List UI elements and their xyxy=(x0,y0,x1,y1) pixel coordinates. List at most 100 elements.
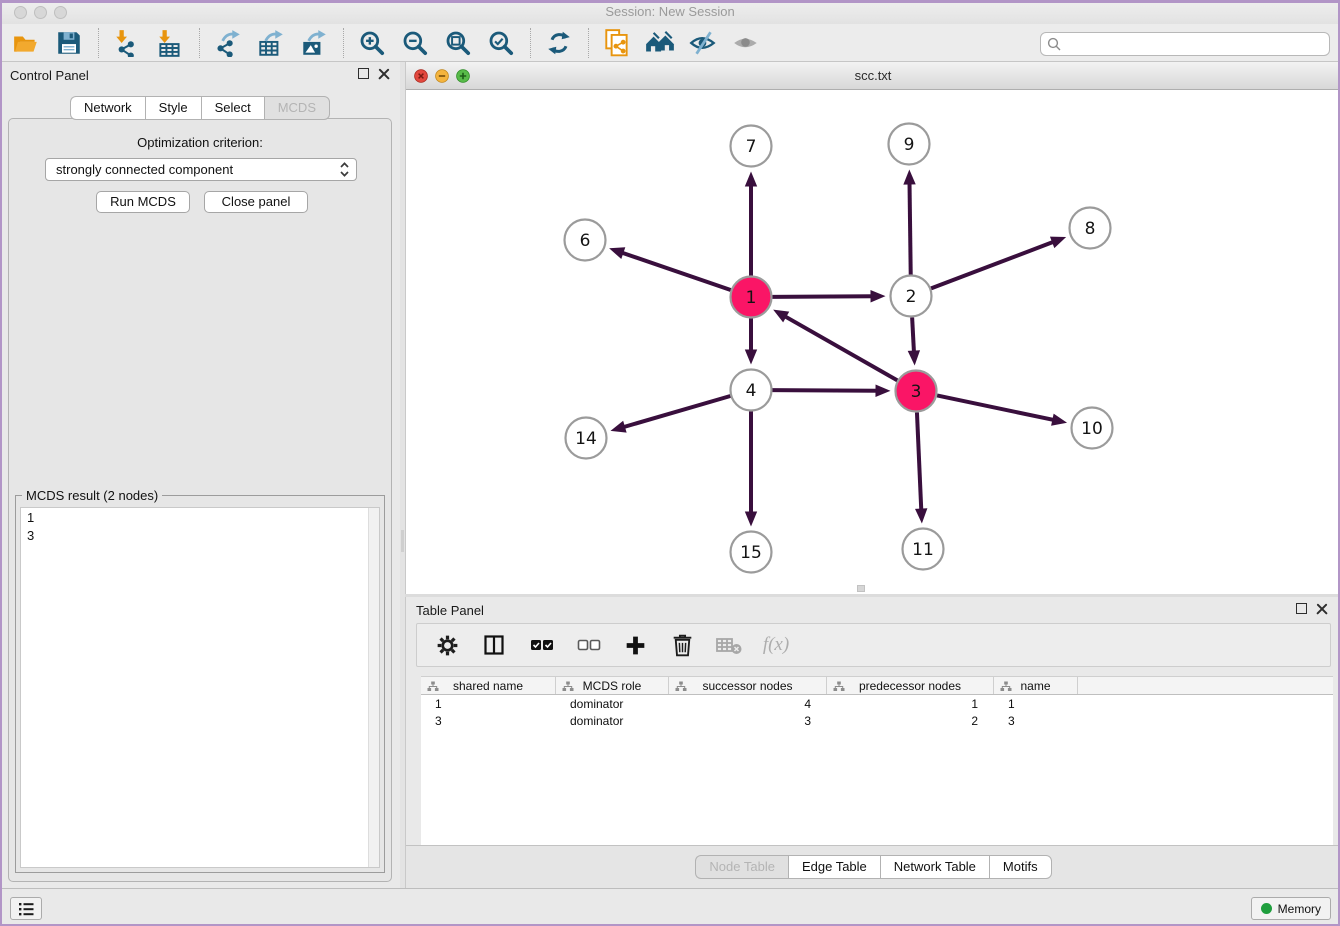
show-columns-icon[interactable] xyxy=(480,631,508,659)
table-row[interactable]: 3dominator323 xyxy=(421,712,1333,729)
close-panel-button[interactable]: Close panel xyxy=(204,191,308,213)
close-table-panel-icon[interactable] xyxy=(1316,603,1328,615)
tab-node-table[interactable]: Node Table xyxy=(695,855,788,879)
toolbar-separator xyxy=(98,28,99,58)
memory-label: Memory xyxy=(1278,902,1321,916)
edge-2-9[interactable] xyxy=(910,182,911,274)
table-settings-icon[interactable] xyxy=(433,631,461,659)
first-neighbors-icon[interactable] xyxy=(642,27,678,59)
task-history-button[interactable] xyxy=(10,897,42,920)
graph-node-11[interactable]: 11 xyxy=(903,529,944,570)
search-field[interactable] xyxy=(1040,32,1330,56)
column-hierarchy-icon xyxy=(562,681,574,695)
tab-style[interactable]: Style xyxy=(145,96,201,120)
export-table-icon[interactable] xyxy=(253,27,289,59)
column-header-successor-nodes[interactable]: successor nodes xyxy=(669,677,827,694)
graph-node-6[interactable]: 6 xyxy=(565,220,606,261)
function-builder-icon: f(x) xyxy=(762,631,790,659)
edge-4-3[interactable] xyxy=(772,390,877,391)
graph-node-2[interactable]: 2 xyxy=(891,276,932,317)
column-header-MCDS-role[interactable]: MCDS role xyxy=(556,677,669,694)
zoom-fit-icon[interactable] xyxy=(440,27,476,59)
select-all-rows-icon[interactable] xyxy=(527,631,555,659)
main-toolbar xyxy=(0,24,1340,62)
show-all-icon[interactable] xyxy=(728,27,764,59)
export-image-icon[interactable] xyxy=(296,27,332,59)
selected-option: strongly connected component xyxy=(56,162,233,177)
new-network-from-selection-icon[interactable] xyxy=(599,27,635,59)
edge-1-6[interactable] xyxy=(621,253,730,291)
edge-3-11[interactable] xyxy=(917,412,921,510)
zoom-out-icon[interactable] xyxy=(397,27,433,59)
table-cell: dominator xyxy=(556,697,669,711)
graph-node-3[interactable]: 3 xyxy=(896,371,937,412)
float-panel-icon[interactable] xyxy=(358,68,369,79)
graph-node-9[interactable]: 9 xyxy=(889,124,930,165)
tab-select[interactable]: Select xyxy=(201,96,264,120)
column-hierarchy-icon xyxy=(427,681,439,695)
tab-motifs[interactable]: Motifs xyxy=(989,855,1052,879)
edge-4-14[interactable] xyxy=(623,396,730,427)
tab-mcds[interactable]: MCDS xyxy=(264,96,330,120)
network-window: scc.txt 1234678910111415 xyxy=(405,62,1340,594)
edge-arrowhead xyxy=(915,508,927,523)
float-table-panel-icon[interactable] xyxy=(1296,603,1307,614)
network-canvas[interactable]: 1 2 3 4 6 7 8 9 10 11 14 15 xyxy=(406,90,1340,594)
edge-3-10[interactable] xyxy=(937,395,1054,420)
save-session-icon[interactable] xyxy=(51,27,87,59)
export-network-icon[interactable] xyxy=(210,27,246,59)
graph-node-1[interactable]: 1 xyxy=(731,277,772,318)
tab-network-table[interactable]: Network Table xyxy=(880,855,989,879)
edge-arrowhead xyxy=(745,350,757,365)
graph-node-4[interactable]: 4 xyxy=(731,370,772,411)
search-icon xyxy=(1047,37,1061,51)
column-header-shared-name[interactable]: shared name xyxy=(421,677,556,694)
node-table: shared name MCDS role successor nodesprede… xyxy=(421,676,1333,845)
deselect-all-rows-icon[interactable] xyxy=(574,631,602,659)
column-header-label: MCDS role xyxy=(583,679,642,693)
edge-2-8[interactable] xyxy=(931,242,1054,289)
mcds-tab-content: Optimization criterion: strongly connect… xyxy=(8,118,392,882)
tab-edge-table[interactable]: Edge Table xyxy=(788,855,880,879)
memory-button[interactable]: Memory xyxy=(1251,897,1331,920)
edge-1-2[interactable] xyxy=(772,296,872,297)
graph-node-15[interactable]: 15 xyxy=(731,532,772,573)
search-input[interactable] xyxy=(1065,37,1323,51)
delete-columns-icon[interactable] xyxy=(668,631,696,659)
result-scrollbar[interactable] xyxy=(368,508,379,867)
zoom-selected-icon[interactable] xyxy=(483,27,519,59)
canvas-resize-grip[interactable] xyxy=(857,585,865,592)
edge-3-1[interactable] xyxy=(784,316,897,380)
task-list-icon xyxy=(18,902,34,916)
tab-network[interactable]: Network xyxy=(70,96,145,120)
refresh-icon[interactable] xyxy=(541,27,577,59)
run-mcds-button[interactable]: Run MCDS xyxy=(96,191,190,213)
graph-node-10[interactable]: 10 xyxy=(1072,408,1113,449)
open-session-icon[interactable] xyxy=(8,27,44,59)
table-cell: 3 xyxy=(994,714,1078,728)
column-header-name[interactable]: name xyxy=(994,677,1078,694)
create-column-icon[interactable] xyxy=(621,631,649,659)
import-table-icon[interactable] xyxy=(152,27,188,59)
close-panel-icon[interactable] xyxy=(378,68,390,80)
hide-selected-icon[interactable] xyxy=(685,27,721,59)
import-network-icon[interactable] xyxy=(109,27,145,59)
graph-node-14[interactable]: 14 xyxy=(566,418,607,459)
graph-node-7[interactable]: 7 xyxy=(731,126,772,167)
optimization-criterion-select[interactable]: strongly connected component xyxy=(45,158,357,181)
node-label: 9 xyxy=(904,135,915,155)
zoom-in-icon[interactable] xyxy=(354,27,390,59)
table-cell: 1 xyxy=(827,697,994,711)
table-header-row: shared name MCDS role successor nodesprede… xyxy=(421,676,1333,695)
node-label: 10 xyxy=(1081,419,1103,439)
table-panel-title: Table Panel xyxy=(416,603,484,618)
table-row[interactable]: 1dominator411 xyxy=(421,695,1333,712)
window-border-left xyxy=(0,0,2,926)
column-header-label: shared name xyxy=(453,679,523,693)
table-cell: 2 xyxy=(827,714,994,728)
graph-node-8[interactable]: 8 xyxy=(1070,208,1111,249)
column-header-predecessor-nodes[interactable]: predecessor nodes xyxy=(827,677,994,694)
edge-2-3[interactable] xyxy=(912,317,914,352)
network-graph: 1 2 3 4 6 7 8 9 10 11 14 15 xyxy=(406,90,1340,594)
mcds-result-list[interactable]: 13 xyxy=(20,507,380,868)
